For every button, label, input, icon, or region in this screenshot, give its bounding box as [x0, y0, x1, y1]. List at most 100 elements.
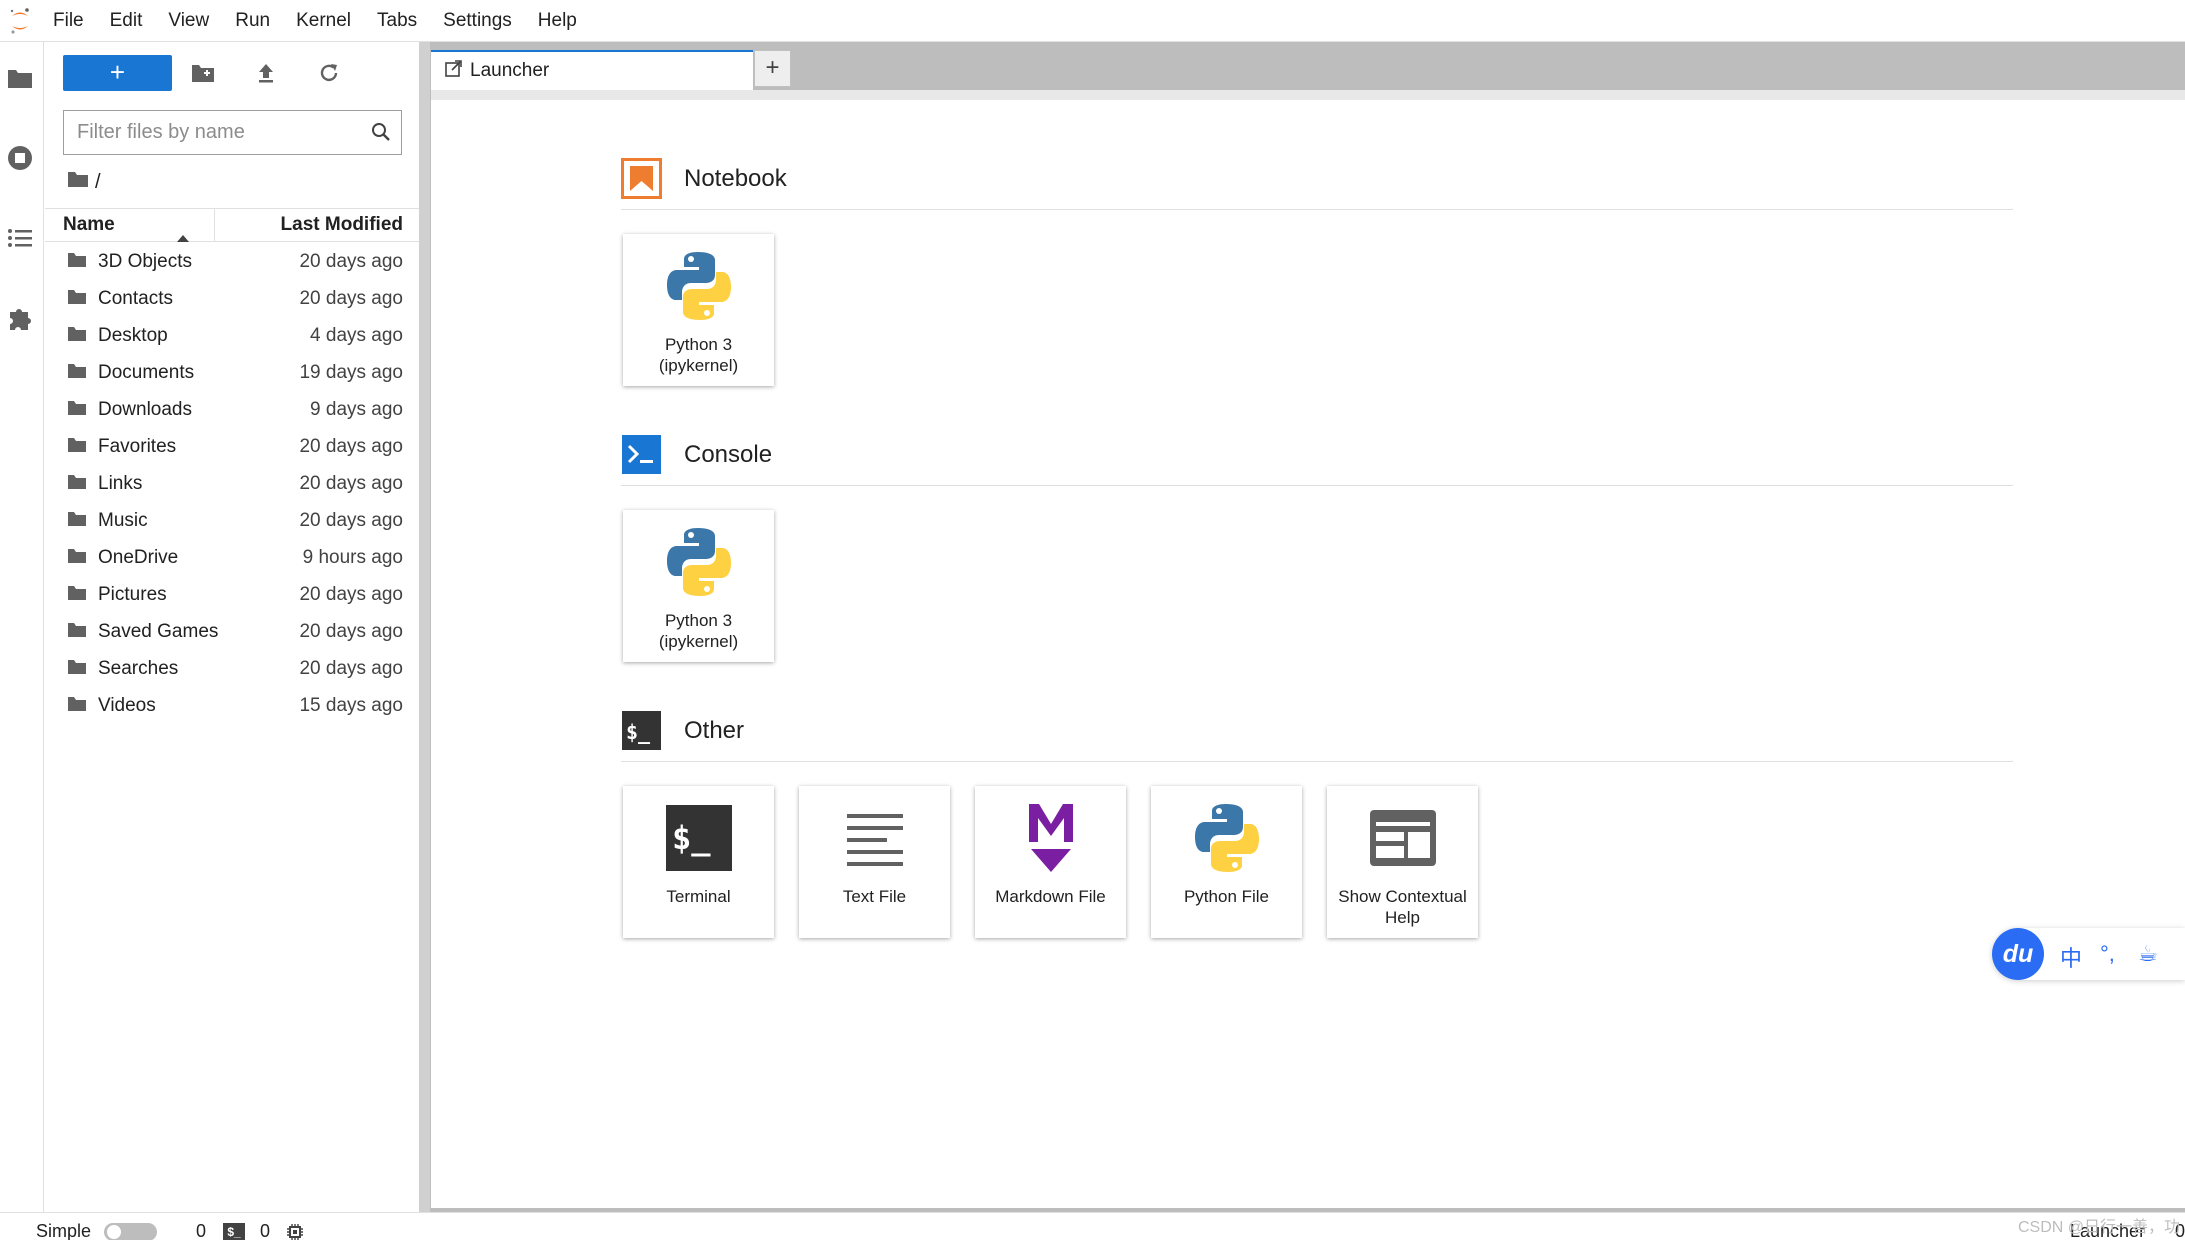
simple-mode-toggle[interactable]	[104, 1223, 157, 1240]
watermark: CSDN @日行一善，功不唐捐	[2018, 1219, 2181, 1236]
column-header-name[interactable]: Name	[45, 209, 215, 242]
file-row[interactable]: Links 20 days ago	[45, 464, 419, 501]
menu-file[interactable]: File	[40, 0, 97, 42]
tab-launcher[interactable]: Launcher	[431, 50, 753, 90]
launcher-card-terminal[interactable]: $_ Terminal	[623, 786, 774, 938]
launcher-card-contextual-help[interactable]: Show Contextual Help	[1327, 786, 1478, 938]
section-other-header: $_ Other	[621, 702, 2013, 762]
new-launcher-button[interactable]: +	[63, 55, 172, 91]
menu-tabs[interactable]: Tabs	[364, 0, 430, 42]
file-row[interactable]: Saved Games 20 days ago	[45, 612, 419, 649]
ime-logo[interactable]: du	[1992, 928, 2044, 980]
file-name: Searches	[98, 658, 179, 679]
menu-help[interactable]: Help	[525, 0, 590, 42]
file-last-modified: 20 days ago	[299, 658, 403, 679]
main-dock-area: Launcher + Notebook Python 3 (ipykernel)…	[430, 42, 2185, 1212]
menu-bar: File Edit View Run Kernel Tabs Settings …	[0, 0, 2185, 42]
search-icon	[371, 122, 391, 147]
file-filter-input[interactable]	[64, 111, 354, 154]
launcher-card-text-file[interactable]: Text File	[799, 786, 950, 938]
file-browser-toolbar: +	[45, 42, 419, 102]
svg-text:$_: $_	[626, 720, 651, 744]
file-name: Documents	[98, 362, 195, 383]
file-last-modified: 9 hours ago	[302, 547, 403, 568]
file-last-modified: 15 days ago	[299, 695, 403, 716]
ime-cup-icon[interactable]: ☕	[2138, 941, 2158, 967]
folder-icon	[67, 548, 87, 570]
home-folder-icon[interactable]	[67, 170, 89, 194]
section-title: Console	[684, 441, 773, 468]
file-name: Pictures	[98, 584, 167, 605]
folder-icon	[67, 326, 87, 348]
file-name: Downloads	[98, 399, 192, 420]
jupyter-logo	[0, 0, 40, 42]
launcher-card-python-file[interactable]: Python File	[1151, 786, 1302, 938]
file-row[interactable]: OneDrive 9 hours ago	[45, 538, 419, 575]
section-title: Notebook	[684, 165, 787, 192]
folder-icon	[67, 437, 87, 459]
file-row[interactable]: Desktop 4 days ago	[45, 316, 419, 353]
folder-icon[interactable]	[2, 58, 38, 98]
folder-icon	[67, 363, 87, 385]
file-last-modified: 20 days ago	[299, 251, 403, 272]
console-icon	[621, 434, 662, 475]
ime-language-toggle[interactable]: 中	[2060, 941, 2082, 973]
menu-settings[interactable]: Settings	[430, 0, 525, 42]
card-label: Terminal	[666, 887, 731, 906]
file-filter-field[interactable]	[63, 110, 402, 155]
menu-run[interactable]: Run	[222, 0, 283, 42]
launcher-panel: Notebook Python 3 (ipykernel) Console Py…	[431, 90, 2185, 1208]
launcher-card-console-python3[interactable]: Python 3 (ipykernel)	[623, 510, 774, 662]
file-row[interactable]: Documents 19 days ago	[45, 353, 419, 390]
running-icon[interactable]	[2, 138, 38, 178]
sidebar-splitter[interactable]	[419, 42, 430, 1212]
file-name: Favorites	[98, 436, 177, 457]
file-last-modified: 4 days ago	[310, 325, 403, 346]
menu-view[interactable]: View	[155, 0, 222, 42]
python-logo-icon	[661, 524, 736, 599]
extension-icon[interactable]	[2, 298, 38, 338]
folder-icon	[67, 252, 87, 274]
launcher-card-markdown-file[interactable]: Markdown File	[975, 786, 1126, 938]
terminal-status-icon: $_	[223, 1223, 245, 1240]
file-name: Desktop	[98, 325, 168, 346]
card-label: Python 3 (ipykernel)	[658, 335, 739, 375]
terminal-count[interactable]: 0	[260, 1221, 270, 1240]
folder-icon	[67, 696, 87, 718]
menu-kernel[interactable]: Kernel	[283, 0, 364, 42]
file-row[interactable]: Videos 15 days ago	[45, 686, 419, 723]
section-title: Other	[684, 717, 745, 744]
file-last-modified: 20 days ago	[299, 621, 403, 642]
notebook-icon	[621, 158, 662, 199]
upload-icon[interactable]	[246, 55, 286, 91]
file-list-header: Name Last Modified	[45, 208, 419, 242]
file-row[interactable]: Favorites 20 days ago	[45, 427, 419, 464]
folder-icon	[67, 585, 87, 607]
file-row[interactable]: Pictures 20 days ago	[45, 575, 419, 612]
file-name: Contacts	[98, 288, 173, 309]
ime-punctuation-toggle[interactable]: °,	[2100, 941, 2115, 967]
column-header-last-modified[interactable]: Last Modified	[215, 209, 419, 241]
breadcrumb-root[interactable]: /	[95, 171, 101, 194]
file-name: Music	[98, 510, 148, 531]
file-row[interactable]: Searches 20 days ago	[45, 649, 419, 686]
python-logo-icon	[1189, 800, 1264, 875]
new-folder-icon[interactable]	[183, 55, 223, 91]
file-row[interactable]: Downloads 9 days ago	[45, 390, 419, 427]
folder-icon	[67, 622, 87, 644]
launcher-card-notebook-python3[interactable]: Python 3 (ipykernel)	[623, 234, 774, 386]
refresh-icon[interactable]	[309, 55, 349, 91]
file-browser: + / Name	[45, 42, 419, 1212]
folder-icon	[67, 400, 87, 422]
kernel-count[interactable]: 0	[196, 1221, 206, 1240]
new-tab-button[interactable]: +	[754, 50, 791, 87]
file-row[interactable]: Contacts 20 days ago	[45, 279, 419, 316]
menu-edit[interactable]: Edit	[97, 0, 156, 42]
file-row[interactable]: Music 20 days ago	[45, 501, 419, 538]
file-name: OneDrive	[98, 547, 179, 568]
status-bar: Simple 0 $_ 0 Launcher 0	[0, 1212, 2185, 1240]
toc-icon[interactable]	[2, 218, 38, 258]
section-other: $_ Other $_ Terminal Text File Markdown …	[621, 702, 2013, 938]
file-row[interactable]: 3D Objects 20 days ago	[45, 242, 419, 279]
section-console: Console Python 3 (ipykernel)	[621, 426, 2013, 662]
